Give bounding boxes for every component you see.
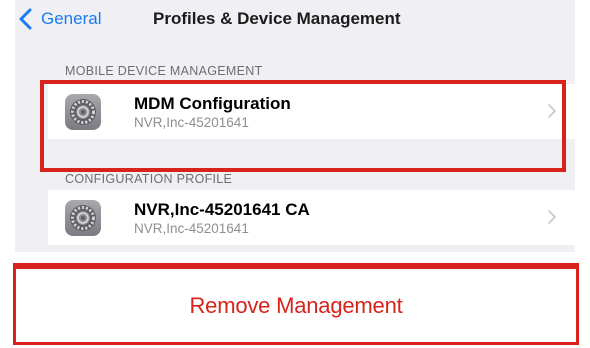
chevron-left-icon — [19, 8, 32, 30]
page-title: Profiles & Device Management — [153, 9, 401, 28]
configuration-profile-group: NVR,Inc-45201641 CA NVR,Inc-45201641 — [48, 190, 575, 245]
chevron-right-icon — [548, 210, 556, 224]
settings-screen: General Profiles & Device Management MOB… — [15, 0, 575, 252]
gear-icon — [65, 94, 101, 130]
remove-management-button[interactable]: Remove Management — [13, 263, 579, 345]
chevron-right-icon — [548, 104, 556, 118]
navigation-bar: General Profiles & Device Management — [15, 0, 575, 38]
mdm-group: MDM Configuration NVR,Inc-45201641 — [48, 84, 575, 139]
row-subtitle: NVR,Inc-45201641 — [134, 221, 249, 236]
mdm-configuration-row[interactable]: MDM Configuration NVR,Inc-45201641 — [48, 84, 575, 139]
section-header-configuration-profile: CONFIGURATION PROFILE — [65, 172, 233, 186]
back-button-label: General — [41, 9, 102, 28]
row-subtitle: NVR,Inc-45201641 — [134, 115, 249, 130]
configuration-profile-row[interactable]: NVR,Inc-45201641 CA NVR,Inc-45201641 — [48, 190, 575, 245]
row-title: NVR,Inc-45201641 CA — [134, 200, 310, 219]
back-button[interactable]: General — [15, 6, 101, 32]
remove-management-label: Remove Management — [189, 292, 403, 318]
section-header-mdm: MOBILE DEVICE MANAGEMENT — [65, 64, 263, 78]
row-title: MDM Configuration — [134, 94, 291, 113]
gear-icon — [65, 200, 101, 236]
